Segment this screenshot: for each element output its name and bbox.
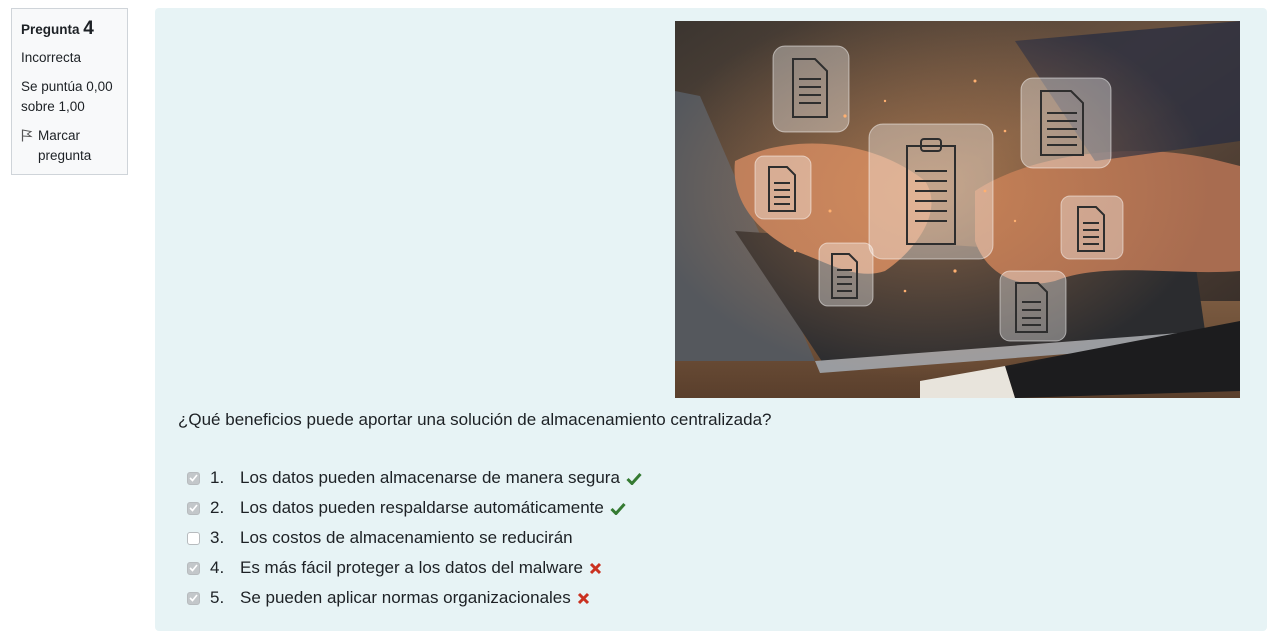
question-info-panel: Pregunta 4 Incorrecta Se puntúa 0,00 sob… [11, 8, 128, 175]
question-number: Pregunta 4 [21, 19, 118, 40]
answer-number: 5. [210, 588, 225, 607]
flag-line-1: Marcar [38, 128, 81, 143]
answer-checkbox-3[interactable] [187, 531, 200, 545]
question-number-value: 4 [83, 18, 94, 39]
answer-option-3[interactable]: 3. Los costos de almacenamiento se reduc… [187, 523, 642, 553]
correct-icon [626, 472, 642, 485]
question-prefix: Pregunta [21, 22, 80, 37]
answer-checkbox-1[interactable] [187, 471, 200, 485]
answer-number: 2. [210, 498, 225, 517]
answer-text: Es más fácil proteger a los datos del ma… [240, 558, 583, 577]
flag-line-2: pregunta [38, 148, 92, 163]
incorrect-icon [589, 562, 602, 575]
answer-text: Los datos pueden almacenarse de manera s… [240, 468, 620, 487]
answer-checkbox-5[interactable] [187, 591, 200, 605]
answer-number: 3. [210, 528, 225, 547]
answer-checkbox-4[interactable] [187, 561, 200, 575]
answer-text: Se pueden aplicar normas organizacionale… [240, 588, 571, 607]
answer-text: Los costos de almacenamiento se reducirá… [240, 528, 573, 547]
answer-option-1[interactable]: 1. Los datos pueden almacenarse de maner… [187, 463, 642, 493]
correct-icon [610, 502, 626, 515]
question-image [675, 21, 1240, 398]
answer-list: 1. Los datos pueden almacenarse de maner… [187, 463, 642, 613]
flag-question-link[interactable]: Marcar pregunta [21, 126, 118, 166]
grade-line-1: Se puntúa 0,00 [21, 79, 113, 94]
incorrect-icon [577, 592, 590, 605]
answer-number: 1. [210, 468, 225, 487]
answer-option-2[interactable]: 2. Los datos pueden respaldarse automáti… [187, 493, 642, 523]
flag-icon [21, 129, 33, 142]
question-grade: Se puntúa 0,00 sobre 1,00 [21, 77, 118, 117]
answer-option-4[interactable]: 4. Es más fácil proteger a los datos del… [187, 553, 642, 583]
grade-line-2: sobre 1,00 [21, 99, 85, 114]
answer-checkbox-2[interactable] [187, 501, 200, 515]
answer-text: Los datos pueden respaldarse automáticam… [240, 498, 604, 517]
question-state: Incorrecta [21, 50, 82, 65]
question-text: ¿Qué beneficios puede aportar una soluci… [178, 410, 772, 429]
answer-option-5[interactable]: 5. Se pueden aplicar normas organizacion… [187, 583, 642, 613]
laptop-documents-illustration [675, 21, 1240, 398]
answer-number: 4. [210, 558, 225, 577]
question-content: ¿Qué beneficios puede aportar una soluci… [155, 8, 1267, 631]
